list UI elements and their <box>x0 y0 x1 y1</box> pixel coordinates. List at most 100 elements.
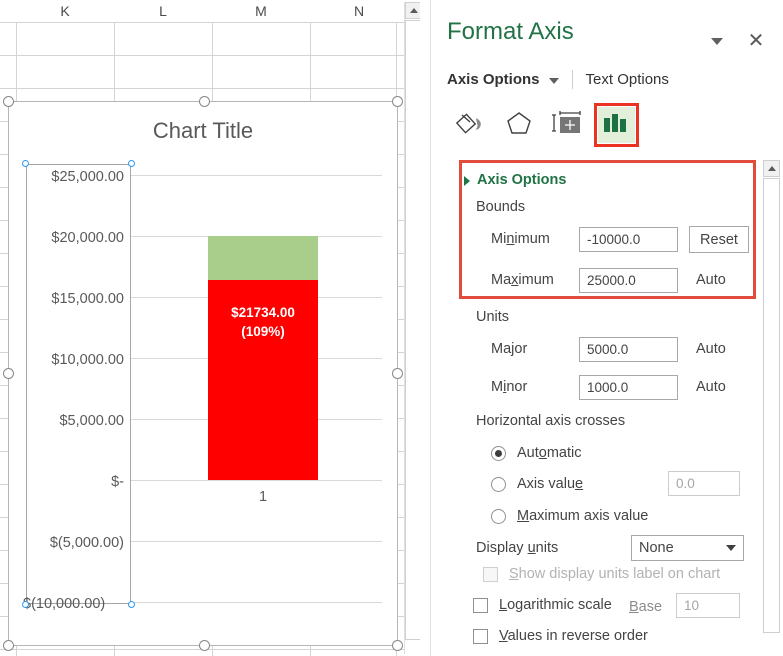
crosses-group-label: Horizontal axis crosses <box>476 413 625 429</box>
chart-plot-area: $21734.00 (109%) 1 <box>130 175 382 603</box>
excel-window: K L M N Chart Title <box>0 0 783 656</box>
major-unit-input[interactable]: 5000.0 <box>579 337 678 362</box>
base-input[interactable]: 10 <box>676 593 740 618</box>
chevron-down-icon <box>726 545 736 551</box>
radio-maximum-axis-value-icon[interactable] <box>491 509 506 524</box>
axis-selection-handle[interactable] <box>128 160 135 167</box>
column-header-l[interactable]: L <box>114 0 212 22</box>
axis-selection-handle[interactable] <box>22 601 29 608</box>
minor-auto-button[interactable]: Auto <box>696 379 726 395</box>
show-display-units-label: Show display units label on chart <box>509 566 720 582</box>
grid-hline <box>0 88 420 89</box>
pane-vertical-scrollbar[interactable] <box>763 160 780 652</box>
scrollbar-thumb[interactable] <box>763 178 780 633</box>
display-units-select[interactable]: None <box>631 535 744 561</box>
crosses-axis-value-option[interactable]: Axis value <box>491 476 583 492</box>
crosses-automatic-label: Automatic <box>517 445 582 461</box>
chart-resize-handle-w[interactable] <box>3 368 14 379</box>
crosses-maximum-option[interactable]: Maximum axis value <box>491 508 648 524</box>
gridline <box>130 480 382 481</box>
major-label: Major <box>491 341 527 357</box>
values-reverse-order-checkbox-row[interactable]: Values in reverse order <box>473 628 648 644</box>
minor-label: Minor <box>491 379 527 395</box>
show-display-units-checkbox[interactable] <box>483 567 498 582</box>
axis-tick-label: $20,000.00 <box>51 230 124 246</box>
chart-resize-handle-ne[interactable] <box>392 96 403 107</box>
section-collapse-icon[interactable] <box>464 176 470 186</box>
scroll-up-arrow-icon[interactable] <box>405 2 420 19</box>
pane-icon-row <box>447 104 639 146</box>
logarithmic-scale-checkbox[interactable] <box>473 598 488 613</box>
crosses-maximum-label: Maximum axis value <box>517 508 648 524</box>
display-units-value: None <box>639 540 726 556</box>
axis-tick-label: $10,000.00 <box>51 352 124 368</box>
units-group-label: Units <box>476 309 509 325</box>
major-auto-button[interactable]: Auto <box>696 341 726 357</box>
logarithmic-scale-checkbox-row[interactable]: Logarithmic scale <box>473 597 612 613</box>
sheet-vertical-scrollbar[interactable] <box>404 2 420 654</box>
axis-tick-label: $(5,000.00) <box>50 535 124 551</box>
radio-automatic-icon[interactable] <box>491 446 506 461</box>
fill-line-tab-button[interactable] <box>447 104 495 146</box>
grid-hline <box>0 22 420 23</box>
scrollbar-thumb[interactable] <box>405 20 420 640</box>
tab-divider <box>572 70 573 89</box>
minimum-input[interactable]: -10000.0 <box>579 227 678 252</box>
effects-tab-button[interactable] <box>495 104 543 146</box>
display-units-label: Display units <box>476 540 558 556</box>
pane-close-button[interactable]: ✕ <box>743 27 769 53</box>
column-header-m[interactable]: M <box>212 0 310 22</box>
tab-axis-options[interactable]: Axis Options <box>447 71 540 88</box>
bar-segment-remainder[interactable] <box>208 236 318 280</box>
base-label: Base <box>629 599 662 615</box>
crosses-automatic-option[interactable]: Automatic <box>491 445 582 461</box>
pane-tab-row: Axis Options Text Options <box>447 70 669 89</box>
pane-options-menu-button[interactable] <box>706 30 728 52</box>
axis-tick-label: $- <box>111 474 124 490</box>
grid-hline <box>0 649 420 650</box>
column-header-k[interactable]: K <box>16 0 114 22</box>
gridline <box>130 602 382 603</box>
values-reverse-order-label: Values in reverse order <box>499 628 648 644</box>
tab-axis-options-chevron-icon[interactable] <box>549 78 559 84</box>
axis-selection-handle[interactable] <box>22 160 29 167</box>
scroll-up-arrow-icon[interactable] <box>763 160 780 177</box>
values-reverse-order-checkbox[interactable] <box>473 629 488 644</box>
chart-resize-handle-nw[interactable] <box>3 96 14 107</box>
maximum-label: Maximum <box>491 272 554 288</box>
chart-object[interactable]: Chart Title $21734.00 (109%) 1 <box>8 101 398 646</box>
spreadsheet-area: K L M N Chart Title <box>0 0 420 656</box>
maximum-auto-button[interactable]: Auto <box>696 272 726 288</box>
grid-hline <box>0 55 420 56</box>
paint-bucket-icon <box>456 109 486 142</box>
radio-axis-value-icon[interactable] <box>491 477 506 492</box>
axis-tick-label: $5,000.00 <box>59 413 124 429</box>
category-axis-label: 1 <box>208 489 318 505</box>
minimum-reset-button[interactable]: Reset <box>689 226 749 253</box>
size-properties-tab-button[interactable] <box>543 104 591 146</box>
bar-data-label[interactable]: $21734.00 (109%) <box>208 303 318 341</box>
annotation-pointer-icon <box>514 149 532 160</box>
chart-resize-handle-s[interactable] <box>199 640 210 651</box>
value-axis[interactable]: $25,000.00 $20,000.00 $15,000.00 $10,000… <box>26 164 131 604</box>
axis-selection-handle[interactable] <box>128 601 135 608</box>
logarithmic-scale-label: Logarithmic scale <box>499 597 612 613</box>
chart-title[interactable]: Chart Title <box>9 118 397 144</box>
annotation-highlight-icon <box>594 103 639 147</box>
minimum-label: Minimum <box>491 231 550 247</box>
show-display-units-checkbox-row[interactable]: Show display units label on chart <box>483 566 720 582</box>
axis-options-tab-button[interactable] <box>591 104 639 146</box>
size-properties-icon <box>551 109 583 142</box>
chart-resize-handle-sw[interactable] <box>3 640 14 651</box>
tab-text-options[interactable]: Text Options <box>586 71 669 88</box>
axis-value-input[interactable]: 0.0 <box>668 471 740 496</box>
bounds-group-label: Bounds <box>476 199 525 215</box>
chart-resize-handle-se[interactable] <box>392 640 403 651</box>
chart-resize-handle-e[interactable] <box>392 368 403 379</box>
column-header-n[interactable]: N <box>310 0 408 22</box>
axis-tick-label: $(10,000.00) <box>23 596 105 612</box>
minor-unit-input[interactable]: 1000.0 <box>579 375 678 400</box>
chart-resize-handle-n[interactable] <box>199 96 210 107</box>
pane-title: Format Axis <box>447 18 574 46</box>
maximum-input[interactable]: 25000.0 <box>579 268 678 293</box>
